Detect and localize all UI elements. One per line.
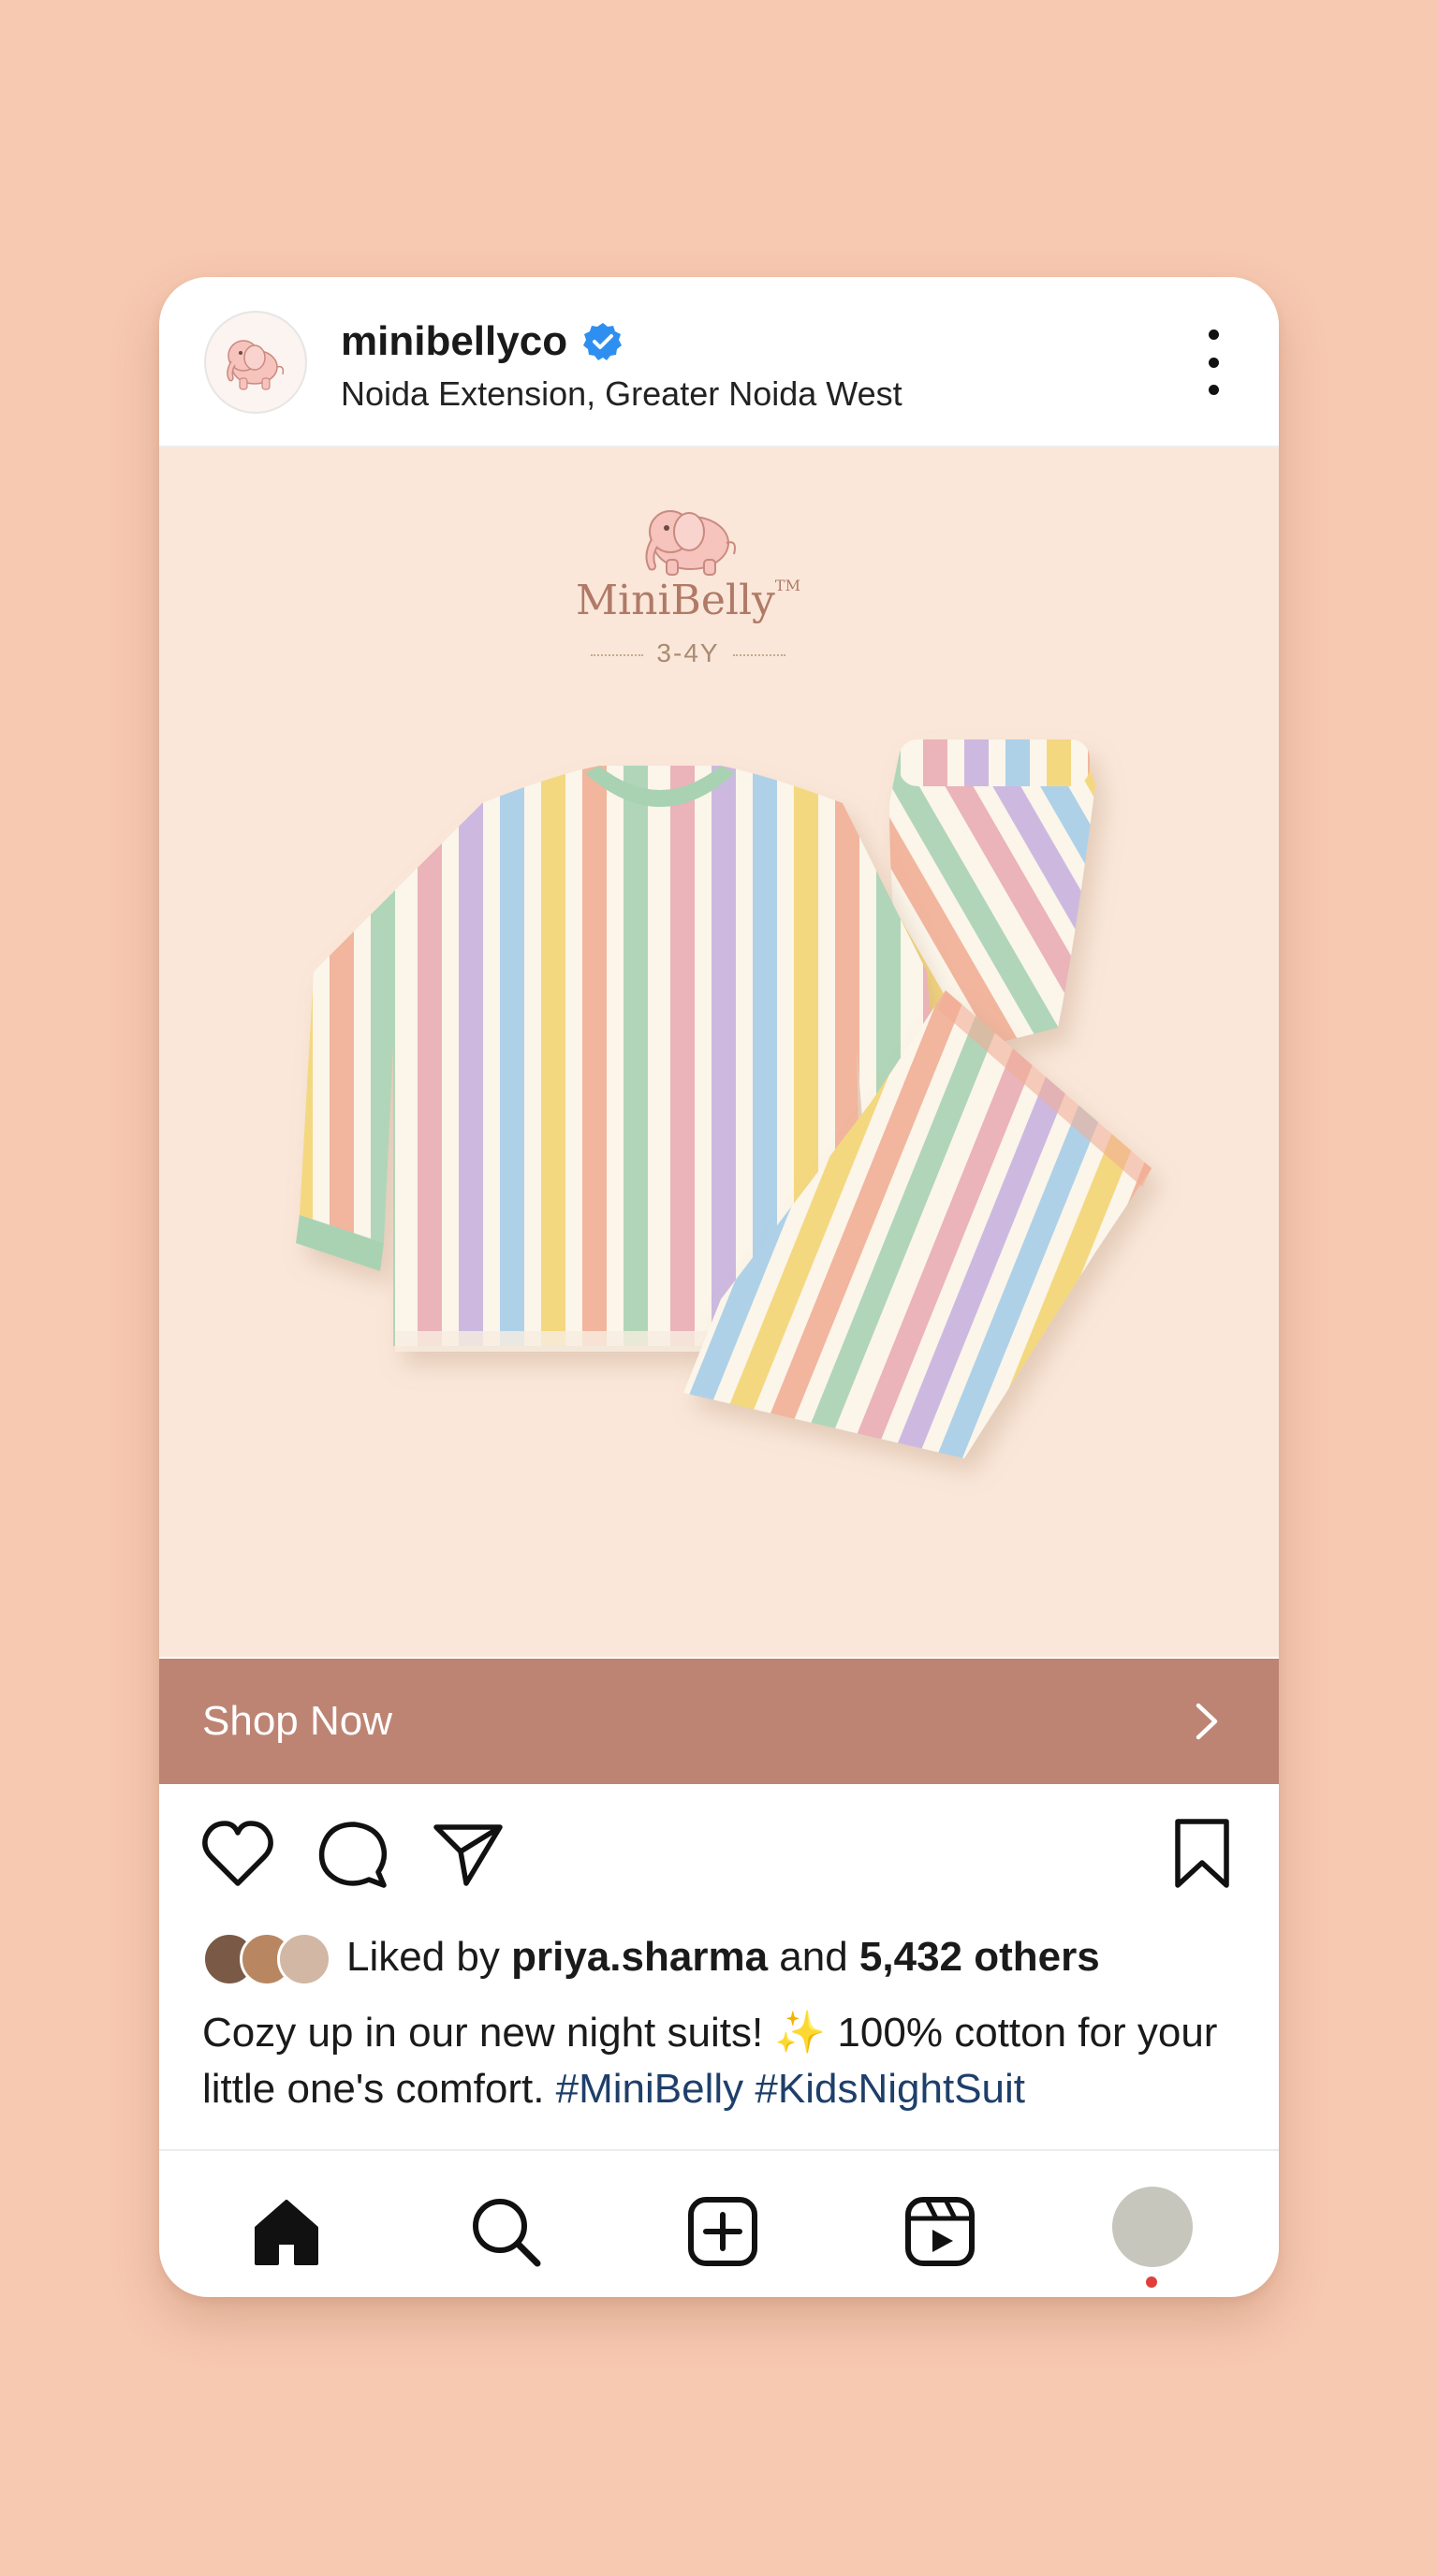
- hashtag[interactable]: #MiniBelly: [556, 2066, 744, 2112]
- home-icon[interactable]: [247, 2192, 326, 2271]
- username[interactable]: minibellyco: [341, 318, 567, 365]
- verified-badge-icon: [583, 323, 622, 360]
- post-image[interactable]: MiniBellyTM 3-4Y: [159, 447, 1279, 1657]
- post-header: minibellyco Noida Extension, Greater Noi…: [159, 277, 1279, 447]
- profile-avatar[interactable]: [1112, 2187, 1193, 2267]
- notification-dot: [1146, 2276, 1157, 2288]
- shop-now-label: Shop Now: [202, 1698, 393, 1744]
- create-icon[interactable]: [683, 2192, 762, 2271]
- size-label: 3-4Y: [534, 638, 843, 668]
- size-label-text: 3-4Y: [656, 638, 720, 667]
- like-count[interactable]: 5,432 others: [859, 1934, 1100, 1980]
- reels-icon[interactable]: [901, 2192, 979, 2271]
- post-card: minibellyco Noida Extension, Greater Noi…: [159, 277, 1279, 2297]
- liker-avatar: [277, 1932, 331, 1986]
- search-icon[interactable]: [466, 2192, 545, 2271]
- brand-name-text: MiniBelly: [576, 577, 775, 624]
- pajama-set-image: [296, 739, 1152, 1458]
- bookmark-icon[interactable]: [1170, 1818, 1234, 1891]
- location-text[interactable]: Noida Extension, Greater Noida West: [341, 374, 902, 414]
- dot: [1208, 329, 1219, 340]
- elephant-logo-icon: [645, 510, 736, 576]
- caption: Cozy up in our new night suits! ✨ 100% c…: [202, 2005, 1241, 2117]
- liked-by-middle: and: [768, 1934, 859, 1980]
- dot: [1208, 385, 1219, 395]
- liker-avatars: [202, 1932, 343, 1986]
- hashtag[interactable]: #KidsNightSuit: [755, 2066, 1025, 2112]
- more-options-icon[interactable]: [1195, 329, 1232, 395]
- liked-by-row[interactable]: Liked by priya.sharma and 5,432 others: [202, 1928, 1241, 1986]
- brand-name: MiniBellyTM: [534, 577, 843, 624]
- comment-icon[interactable]: [316, 1820, 389, 1889]
- shop-now-button[interactable]: Shop Now: [159, 1659, 1279, 1784]
- nav-divider: [159, 2149, 1279, 2151]
- share-icon[interactable]: [431, 1820, 506, 1889]
- dot: [1208, 357, 1219, 368]
- liked-by-text: Liked by priya.sharma and 5,432 others: [346, 1934, 1100, 1981]
- liked-by-prefix: Liked by: [346, 1934, 512, 1980]
- brand-trademark: TM: [774, 577, 800, 594]
- chevron-right-icon: [1196, 1703, 1218, 1740]
- liker-username[interactable]: priya.sharma: [511, 1934, 768, 1980]
- heart-icon[interactable]: [200, 1820, 275, 1889]
- profile-avatar-elephant-icon[interactable]: [204, 311, 307, 414]
